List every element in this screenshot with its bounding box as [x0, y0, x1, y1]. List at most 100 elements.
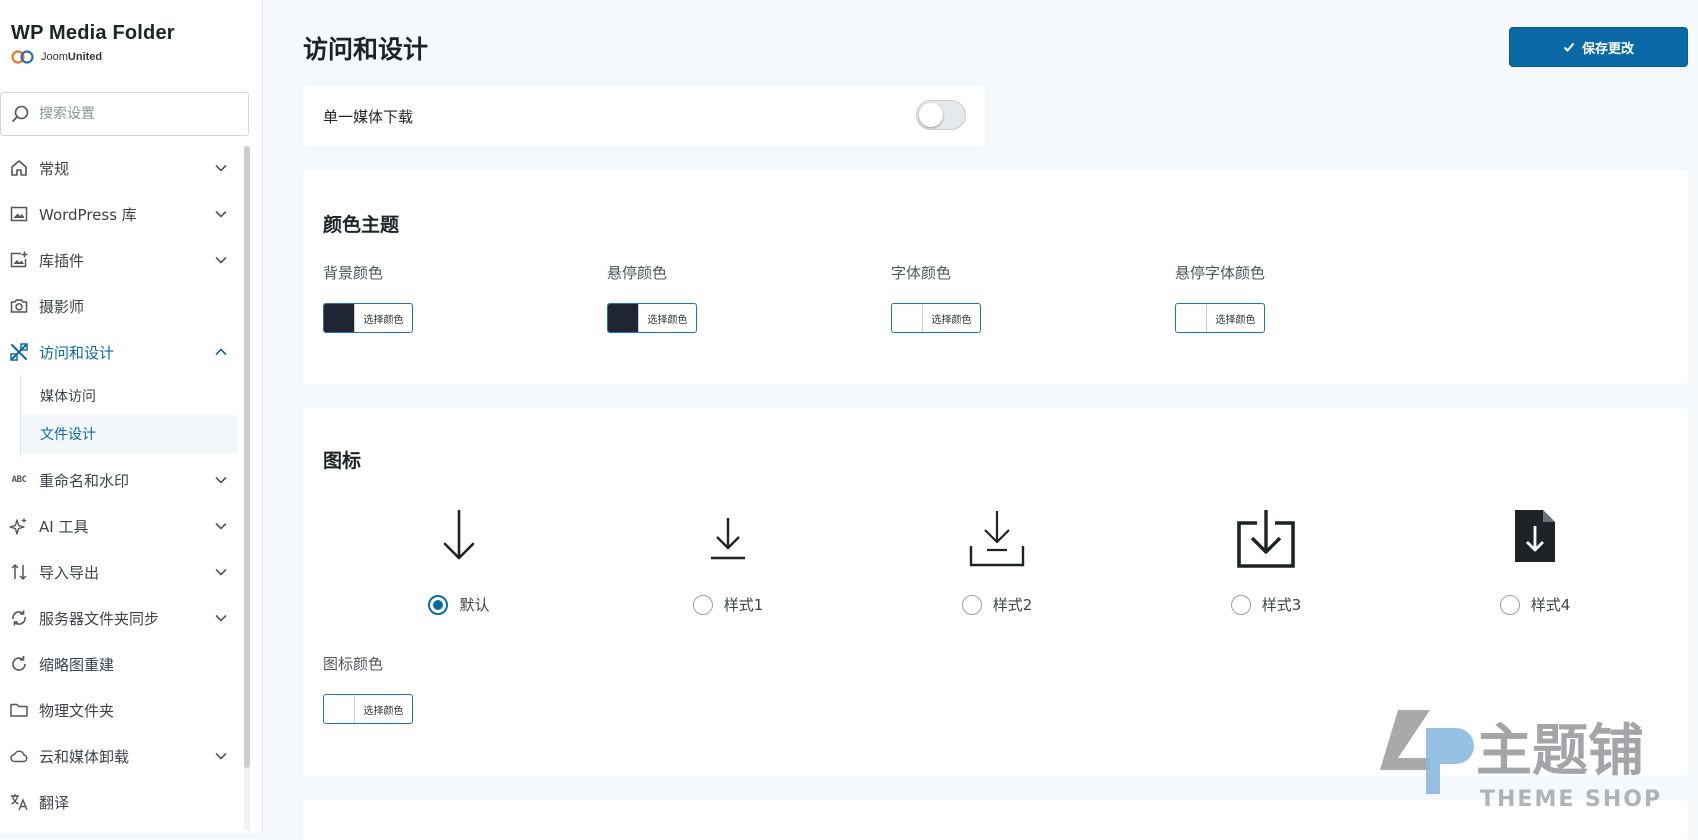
chevron-down-icon: [215, 614, 227, 622]
single-download-toggle[interactable]: [916, 100, 966, 130]
color-picker-label: 选择颜色: [931, 314, 972, 326]
sidebar: WP Media Folder JoomUnited 常规: [0, 0, 263, 833]
search-box[interactable]: [0, 92, 249, 136]
sidebar-item-label: AI 工具: [39, 517, 89, 536]
radio-style3[interactable]: [1230, 594, 1251, 615]
download-tray-icon: [917, 508, 1077, 578]
brand[interactable]: WP Media Folder JoomUnited: [11, 22, 175, 64]
folder-icon: [8, 699, 30, 721]
sidebar-item-label: 云和媒体卸载: [39, 747, 130, 766]
chevron-down-icon: [215, 568, 227, 576]
icon-style1-radio-row[interactable]: 样式1: [648, 594, 808, 615]
sidebar-subitem-file-design[interactable]: 文件设计: [21, 415, 238, 453]
single-download-card: 单一媒体下载: [303, 86, 985, 146]
color-theme-card: 颜色主题 背景颜色 选择颜色 悬停颜色 选择颜色 字体颜色 选择颜色 悬停字体颜…: [303, 170, 1688, 384]
sidebar-subitems-access-design: 媒体访问 文件设计: [20, 375, 238, 457]
sidebar-item-library-addons[interactable]: 库插件: [0, 237, 238, 283]
sync-icon: [8, 607, 30, 629]
sidebar-item-ai-tools[interactable]: AI 工具: [0, 503, 238, 549]
chevron-up-icon: [215, 348, 227, 356]
save-button-label: 保存更改: [1581, 41, 1634, 57]
hover-font-color-picker-button[interactable]: 选择颜色: [1175, 303, 1265, 333]
bg-color-picker-button[interactable]: 选择颜色: [323, 303, 413, 333]
chevron-down-icon: [215, 522, 227, 530]
icon-option-label: 样式1: [723, 596, 764, 614]
sparkle-icon: [8, 515, 30, 537]
radio-style2[interactable]: [961, 594, 982, 615]
icon-option-default[interactable]: 默认: [379, 508, 539, 648]
import-export-icon: [8, 561, 30, 583]
bg-color-label: 背景颜色: [323, 264, 384, 282]
sidebar-item-label: 缩略图重建: [39, 655, 115, 674]
hover-font-color-label: 悬停字体颜色: [1175, 264, 1266, 282]
home-icon: [8, 157, 30, 179]
color-picker-label: 选择颜色: [647, 314, 688, 326]
sidebar-scrollbar-thumb[interactable]: [244, 146, 250, 768]
sidebar-item-thumbnail-regeneration[interactable]: 缩略图重建: [0, 641, 238, 687]
color-swatch: [892, 304, 923, 332]
toggle-knob: [919, 103, 943, 127]
color-theme-title: 颜色主题: [323, 214, 400, 236]
radio-style4[interactable]: [1499, 594, 1520, 615]
icon-color-picker-button[interactable]: 选择颜色: [323, 694, 413, 724]
sidebar-item-import-export[interactable]: 导入导出: [0, 549, 238, 595]
sidebar-item-label: 翻译: [39, 793, 70, 812]
radio-style1[interactable]: [692, 594, 713, 615]
icon-style3-radio-row[interactable]: 样式3: [1186, 594, 1346, 615]
chevron-down-icon: [215, 476, 227, 484]
sidebar-item-label: 常规: [39, 159, 70, 178]
sidebar-item-access-design[interactable]: 访问和设计: [0, 329, 238, 375]
hover-color-picker-button[interactable]: 选择颜色: [607, 303, 697, 333]
watermark-sub-text: THEME SHOP: [1480, 787, 1662, 812]
icon-option-style4[interactable]: 样式4: [1455, 508, 1615, 648]
sidebar-subitem-media-access[interactable]: 媒体访问: [21, 377, 238, 415]
abc-icon-text: ABC: [11, 475, 27, 485]
sidebar-item-photographer[interactable]: 摄影师: [0, 283, 238, 329]
brand-sub-plain: Joom: [41, 51, 68, 63]
icon-option-style2[interactable]: 样式2: [917, 508, 1077, 648]
chevron-down-icon: [215, 256, 227, 264]
single-download-label: 单一媒体下载: [323, 108, 414, 126]
chevron-down-icon: [215, 210, 227, 218]
color-swatch: [324, 695, 355, 723]
save-changes-button[interactable]: 保存更改: [1509, 27, 1688, 67]
sidebar-item-server-folder-sync[interactable]: 服务器文件夹同步: [0, 595, 238, 641]
image-icon: [8, 203, 30, 225]
theme-shop-watermark: 主题铺 THEME SHOP: [1368, 698, 1688, 818]
icon-style2-radio-row[interactable]: 样式2: [917, 594, 1077, 615]
design-tools-icon: [8, 341, 30, 363]
translate-icon: [8, 791, 30, 813]
search-input[interactable]: [37, 105, 241, 123]
sidebar-item-physical-folder[interactable]: 物理文件夹: [0, 687, 238, 733]
sidebar-item-label: 重命名和水印: [39, 471, 130, 490]
page-title: 访问和设计: [303, 35, 429, 64]
brand-title: WP Media Folder: [11, 22, 175, 44]
brand-subtitle: JoomUnited: [11, 50, 175, 64]
check-icon: [1563, 42, 1575, 52]
brand-sub-bold: United: [67, 51, 103, 63]
icon-color-label: 图标颜色: [323, 655, 384, 673]
sidebar-item-label: 库插件: [39, 251, 85, 270]
font-color-label: 字体颜色: [891, 264, 952, 282]
sidebar-item-wordpress-library[interactable]: WordPress 库: [0, 191, 238, 237]
icon-option-style3[interactable]: 样式3: [1186, 508, 1346, 648]
hover-color-label: 悬停颜色: [607, 264, 668, 282]
color-picker-label: 选择颜色: [363, 705, 404, 717]
download-box-icon: [1186, 508, 1346, 578]
sidebar-item-cloud-media-offload[interactable]: 云和媒体卸载: [0, 733, 238, 779]
joomunited-logo-icon: [11, 50, 34, 64]
chevron-down-icon: [215, 164, 227, 172]
icon-option-style1[interactable]: 样式1: [648, 508, 808, 648]
sidebar-item-label: 物理文件夹: [39, 701, 115, 720]
sidebar-item-general[interactable]: 常规: [0, 145, 238, 191]
icon-option-label: 样式3: [1261, 596, 1302, 614]
font-color-picker-button[interactable]: 选择颜色: [891, 303, 981, 333]
sidebar-item-label: WordPress 库: [39, 205, 137, 224]
sidebar-nav: 常规 WordPress 库 库插件 摄影师 访问和设计 媒体访问 文件设计 A…: [0, 145, 238, 825]
image-plus-icon: [8, 249, 30, 271]
sidebar-item-translation[interactable]: 翻译: [0, 779, 238, 825]
icon-style4-radio-row[interactable]: 样式4: [1455, 594, 1615, 615]
radio-default[interactable]: [428, 594, 449, 615]
sidebar-item-rename-watermark[interactable]: ABC 重命名和水印: [0, 457, 238, 503]
icon-default-radio-row[interactable]: 默认: [379, 594, 539, 615]
